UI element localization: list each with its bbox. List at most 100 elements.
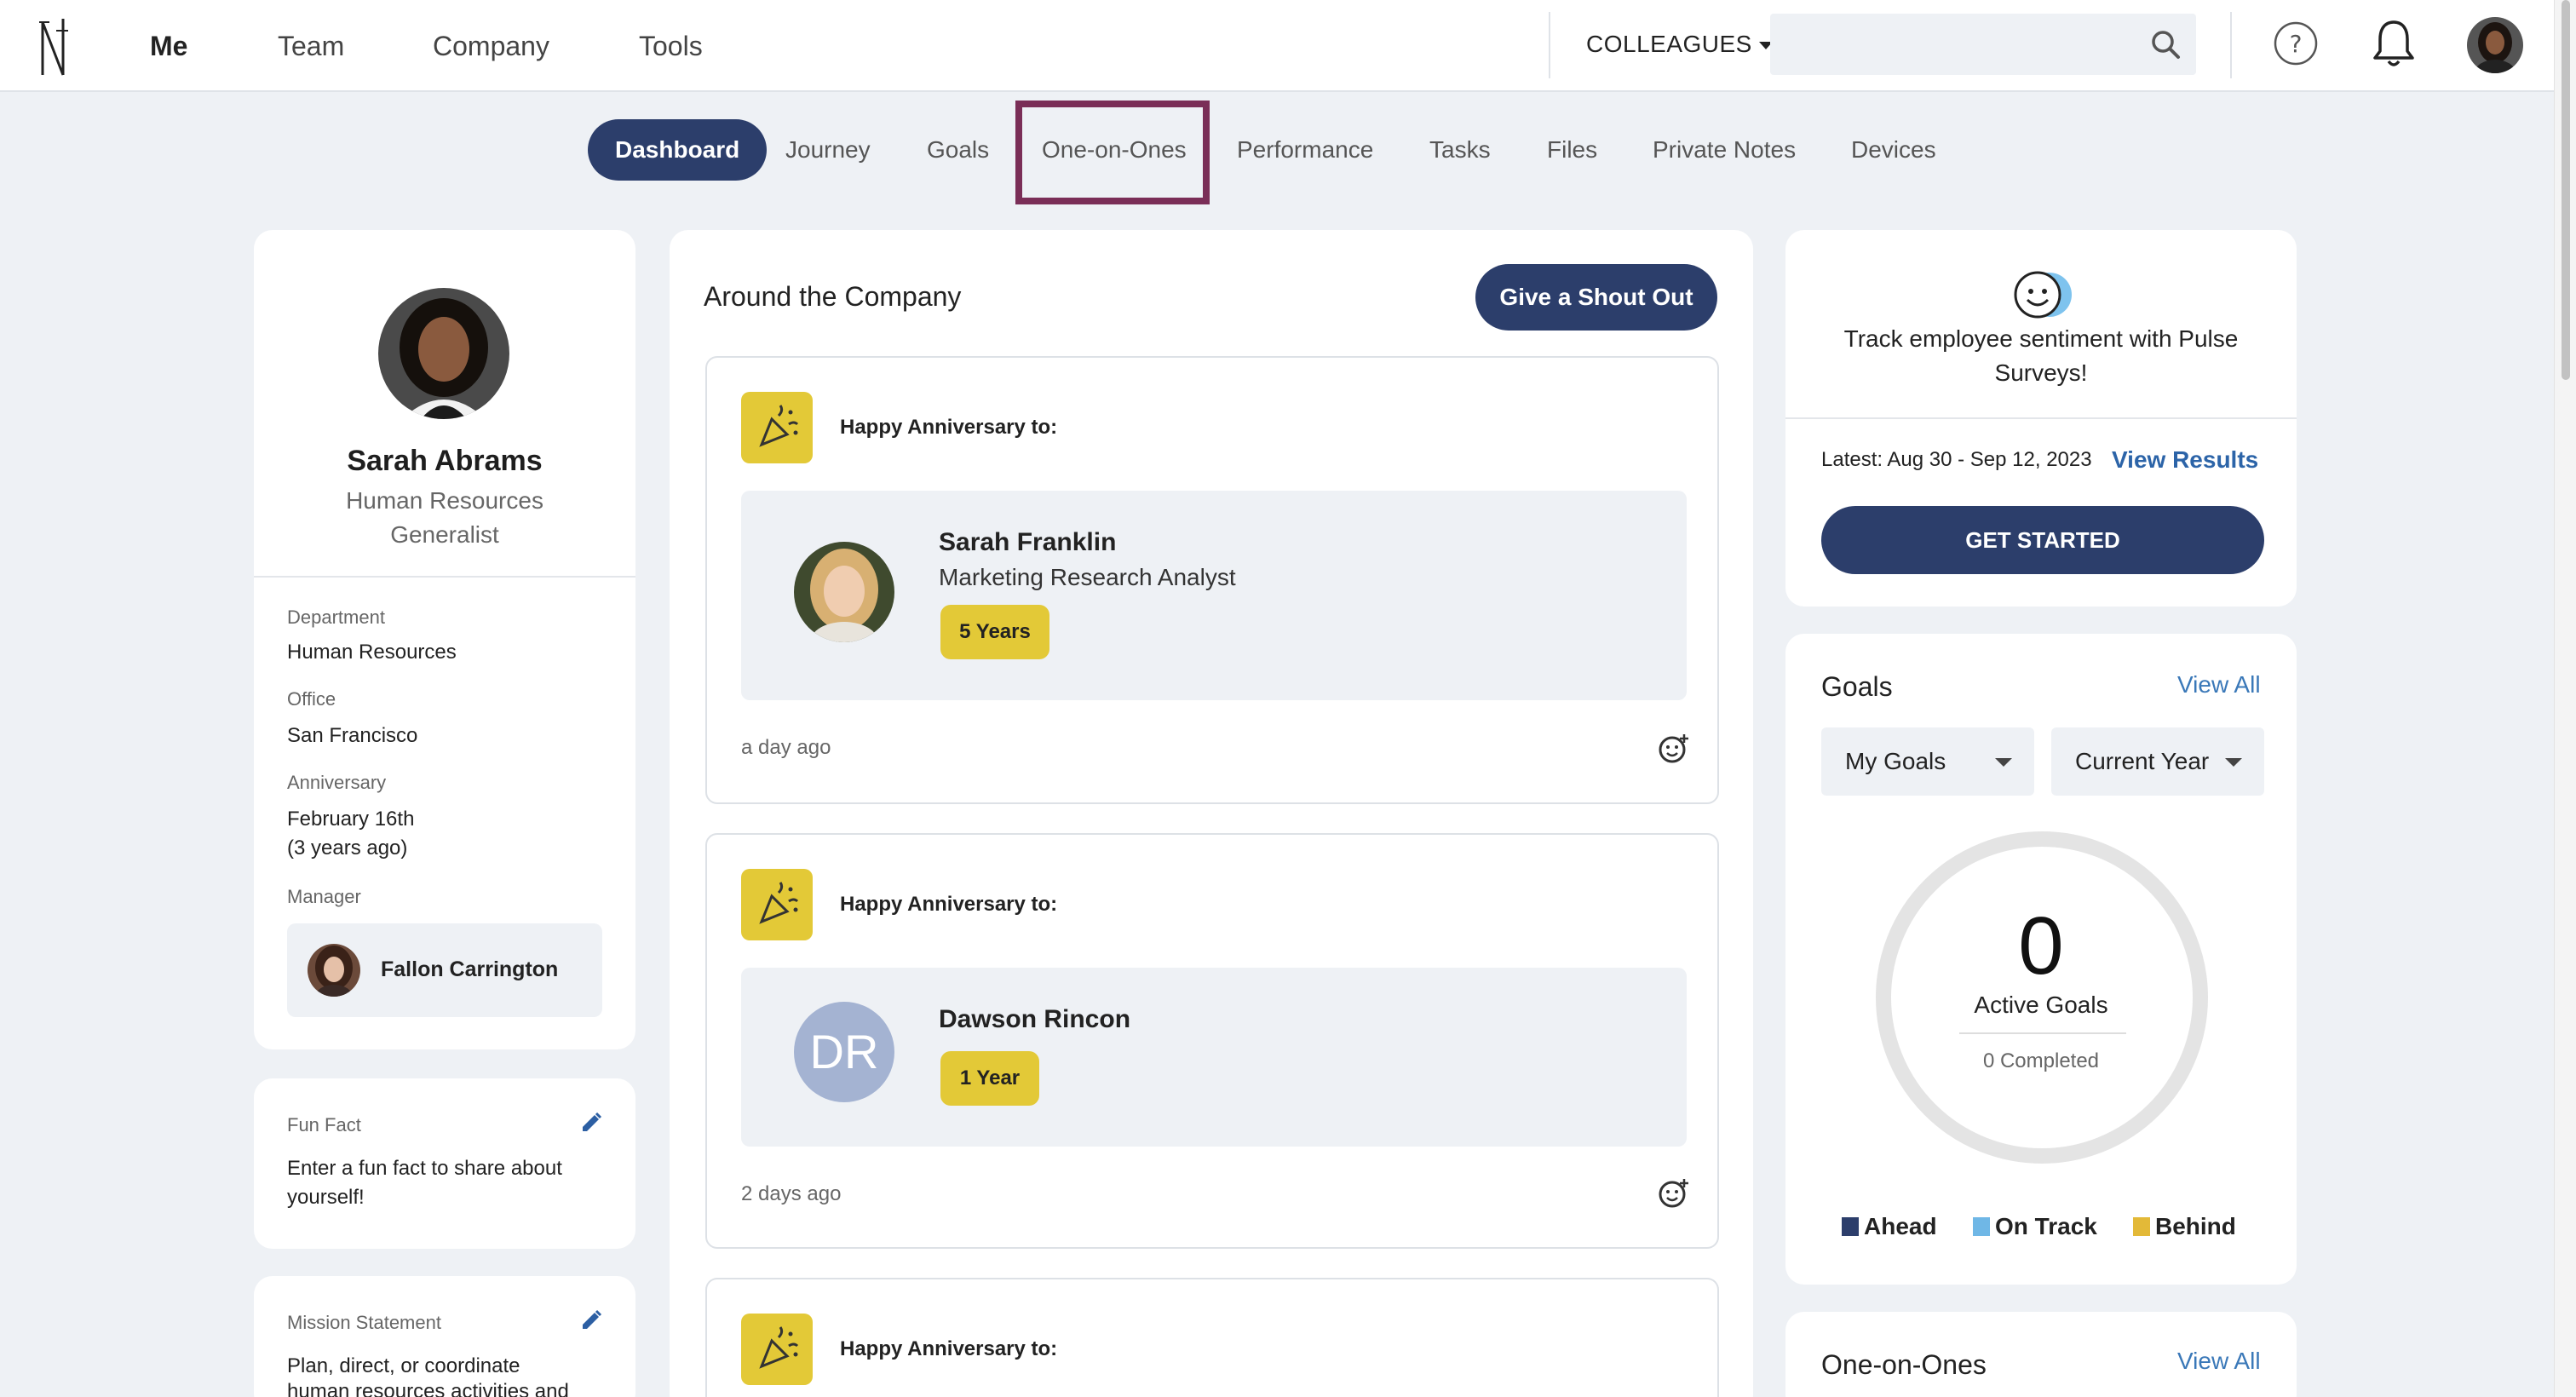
person-avatar[interactable] <box>794 542 894 642</box>
top-bar: Me Team Company Tools COLLEAGUES ? <box>0 0 2554 92</box>
goals-title: Goals <box>1821 671 1893 702</box>
person-name[interactable]: Sarah Franklin <box>939 528 1116 557</box>
pulse-text-line2: Surveys! <box>1994 359 2088 386</box>
celebration-badge <box>741 869 813 940</box>
chevron-down-icon <box>1995 758 2012 767</box>
office-value: San Francisco <box>287 724 418 747</box>
divider <box>2230 12 2232 78</box>
pulse-latest: Latest: Aug 30 - Sep 12, 2023 <box>1821 448 2092 471</box>
goals-owner-value: My Goals <box>1845 748 1946 774</box>
add-reaction-icon[interactable] <box>1658 733 1690 765</box>
divider <box>254 576 635 578</box>
edit-pencil-icon[interactable] <box>579 1111 603 1135</box>
anniversary-panel: DR Dawson Rincon 1 Year <box>741 968 1687 1147</box>
user-avatar[interactable] <box>2467 17 2523 73</box>
legend-label: Behind <box>2155 1213 2236 1239</box>
celebration-badge <box>741 1314 813 1385</box>
fun-fact-label: Fun Fact <box>287 1114 361 1135</box>
completed-goals-label: 0 Completed <box>1982 1049 2100 1072</box>
legend-label: On Track <box>1995 1213 2097 1239</box>
one-on-ones-view-all-link[interactable]: View All <box>2177 1348 2261 1375</box>
topnav-tools[interactable]: Tools <box>639 31 703 62</box>
tab-devices[interactable]: Devices <box>1851 119 1936 181</box>
feed-item-heading: Happy Anniversary to: <box>840 1337 1058 1360</box>
feed-title: Around the Company <box>704 281 962 312</box>
tab-private-notes[interactable]: Private Notes <box>1653 119 1796 181</box>
divider <box>1785 417 2297 419</box>
anniversary-ago: (3 years ago) <box>287 836 408 859</box>
profile-photo <box>378 288 509 419</box>
tab-goals[interactable]: Goals <box>927 119 989 181</box>
mission-text-line2: human resources activities and <box>287 1380 569 1397</box>
party-popper-icon <box>759 405 799 447</box>
celebration-badge <box>741 392 813 463</box>
profile-title-line2: Generalist <box>390 521 499 548</box>
pulse-survey-card: Track employee sentiment with Pulse Surv… <box>1785 230 2297 607</box>
app-logo[interactable] <box>37 15 72 77</box>
scrollbar-thumb[interactable] <box>2562 0 2570 380</box>
legend-ahead: Ahead <box>1842 1213 1937 1240</box>
colleagues-dropdown[interactable]: COLLEAGUES <box>1586 31 1773 58</box>
tab-files[interactable]: Files <box>1547 119 1597 181</box>
manager-chip[interactable]: Fallon Carrington <box>287 923 602 1017</box>
chevron-down-icon <box>2225 758 2242 767</box>
tab-highlight-box <box>1015 101 1210 204</box>
goals-card: Goals View All My Goals Current Year 0 A… <box>1785 634 2297 1285</box>
active-goals-label: Active Goals <box>1974 992 2108 1018</box>
give-shout-out-button[interactable]: Give a Shout Out <box>1475 264 1717 331</box>
feed-item: Happy Anniversary to: <box>705 1278 1719 1397</box>
legend-behind: Behind <box>2133 1213 2236 1240</box>
legend-swatch <box>1842 1217 1859 1236</box>
feed-item-time: a day ago <box>741 736 831 759</box>
person-initials-avatar[interactable]: DR <box>794 1002 894 1102</box>
legend-label: Ahead <box>1864 1213 1937 1239</box>
goals-view-all-link[interactable]: View All <box>2177 671 2261 698</box>
topnav-me[interactable]: Me <box>150 31 187 62</box>
divider <box>1549 12 1550 78</box>
goals-owner-dropdown[interactable]: My Goals <box>1821 727 2034 796</box>
pulse-text-line1: Track employee sentiment with Pulse <box>1843 325 2239 352</box>
profile-title-line1: Human Resources <box>346 487 543 514</box>
tab-performance[interactable]: Performance <box>1237 119 1373 181</box>
manager-name: Fallon Carrington <box>381 957 559 981</box>
party-popper-icon <box>759 882 799 924</box>
years-badge: 5 Years <box>940 605 1049 659</box>
tab-tasks[interactable]: Tasks <box>1429 119 1491 181</box>
topnav-company[interactable]: Company <box>433 31 549 62</box>
active-goals-count: 0 <box>2018 900 2064 992</box>
search-icon[interactable] <box>2150 29 2181 60</box>
legend-swatch <box>1973 1217 1990 1236</box>
page-scrollbar[interactable] <box>2554 0 2576 1397</box>
view-results-link[interactable]: View Results <box>2112 446 2258 474</box>
bell-icon[interactable] <box>2372 19 2416 68</box>
get-started-button[interactable]: GET STARTED <box>1821 506 2264 574</box>
party-popper-icon <box>759 1326 799 1369</box>
person-name[interactable]: Dawson Rincon <box>939 1005 1130 1034</box>
anniversary-panel: Sarah Franklin Marketing Research Analys… <box>741 491 1687 700</box>
fun-fact-text-line2: yourself! <box>287 1186 365 1209</box>
goals-period-dropdown[interactable]: Current Year <box>2051 727 2264 796</box>
divider <box>1959 1032 2126 1034</box>
goals-period-value: Current Year <box>2075 748 2210 774</box>
help-icon[interactable]: ? <box>2273 20 2319 66</box>
add-reaction-icon[interactable] <box>1658 1177 1690 1210</box>
feed-item-time: 2 days ago <box>741 1182 842 1205</box>
edit-pencil-icon[interactable] <box>579 1308 603 1332</box>
tab-journey[interactable]: Journey <box>785 119 871 181</box>
search-input[interactable] <box>1770 14 2196 75</box>
anniversary-value: February 16th <box>287 808 415 831</box>
svg-text:?: ? <box>2290 30 2303 58</box>
mission-statement-card: Mission Statement Plan, direct, or coord… <box>254 1276 635 1397</box>
mission-label: Mission Statement <box>287 1312 441 1333</box>
department-value: Human Resources <box>287 641 457 664</box>
tab-dashboard[interactable]: Dashboard <box>588 119 768 181</box>
manager-label: Manager <box>287 886 361 907</box>
feed-item: Happy Anniversary to: DR Dawson Rincon 1… <box>705 833 1719 1249</box>
topnav-team[interactable]: Team <box>278 31 344 62</box>
one-on-ones-title: One-on-Ones <box>1821 1349 1987 1380</box>
mission-text-line1: Plan, direct, or coordinate <box>287 1354 520 1377</box>
department-label: Department <box>287 607 385 628</box>
feed-item-heading: Happy Anniversary to: <box>840 416 1058 439</box>
legend-on-track: On Track <box>1973 1213 2097 1240</box>
years-badge: 1 Year <box>940 1051 1039 1106</box>
